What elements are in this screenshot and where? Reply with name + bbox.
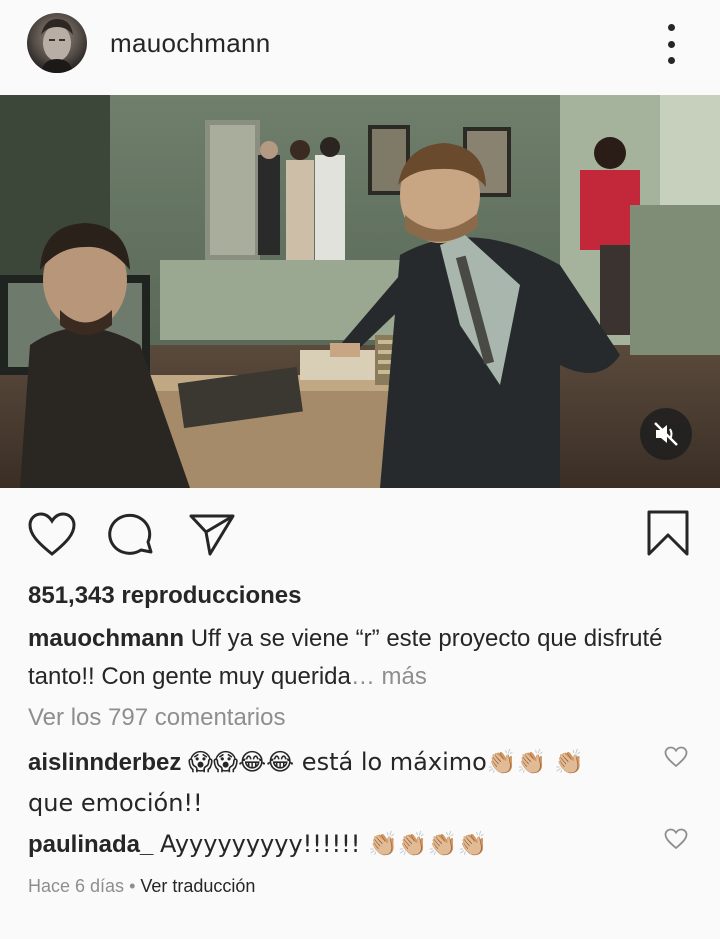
post-time: Hace 6 días bbox=[28, 876, 125, 896]
more-dot bbox=[667, 24, 675, 31]
comment-username[interactable]: paulinada_ bbox=[28, 831, 153, 858]
muted-speaker-icon[interactable] bbox=[640, 408, 692, 460]
mute-icon-glyph bbox=[654, 422, 678, 446]
heart-icon[interactable] bbox=[27, 512, 77, 558]
caption-username[interactable]: mauochmann bbox=[28, 625, 184, 652]
more-dot bbox=[667, 57, 675, 64]
video-frame bbox=[0, 95, 720, 488]
comment-item: paulinada_ Ayyyyyyyyy!!!!!! 👏🏼👏🏼👏🏼👏🏼 bbox=[28, 824, 618, 865]
post-caption: mauochmann Uff ya se viene “r” este proy… bbox=[28, 620, 668, 696]
paper-plane-icon[interactable] bbox=[188, 512, 236, 558]
view-all-comments-link[interactable]: Ver los 797 comentarios bbox=[28, 704, 285, 732]
caption-ellipsis: … bbox=[350, 663, 382, 690]
meta-separator: • bbox=[124, 876, 141, 896]
comment-like-heart-icon[interactable] bbox=[664, 746, 688, 768]
more-vertical-icon[interactable] bbox=[656, 24, 686, 64]
avatar-photo bbox=[41, 19, 73, 73]
post-meta: Hace 6 días • Ver traducción bbox=[28, 876, 255, 897]
translate-link[interactable]: Ver traducción bbox=[140, 876, 255, 896]
post-video[interactable] bbox=[0, 95, 720, 488]
avatar[interactable] bbox=[27, 13, 87, 73]
caption-more-link[interactable]: más bbox=[382, 663, 427, 690]
views-count[interactable]: 851,343 reproducciones bbox=[28, 582, 301, 610]
more-dot bbox=[667, 40, 675, 48]
comment-bubble-icon[interactable] bbox=[108, 512, 156, 558]
post-header: mauochmann bbox=[0, 0, 720, 95]
bookmark-icon[interactable] bbox=[646, 509, 690, 557]
post-author-username[interactable]: mauochmann bbox=[110, 28, 271, 59]
comment-item: aislinnderbez 😱😱😂😂 está lo máximo👏🏼👏🏼 👏🏼… bbox=[28, 742, 618, 824]
comment-text: Ayyyyyyyyy!!!!!! 👏🏼👏🏼👏🏼👏🏼 bbox=[160, 830, 488, 858]
comment-username[interactable]: aislinnderbez bbox=[28, 749, 181, 776]
comment-like-heart-icon[interactable] bbox=[664, 828, 688, 850]
